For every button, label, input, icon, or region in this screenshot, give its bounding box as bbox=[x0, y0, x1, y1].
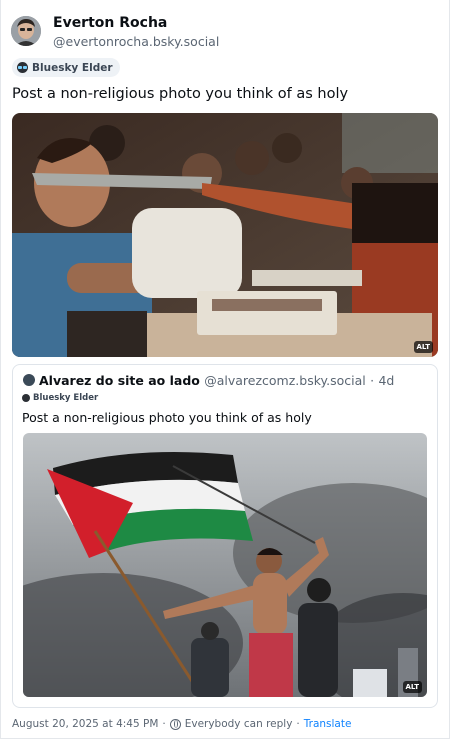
quote-elder-badge[interactable]: Bluesky Elder bbox=[22, 393, 98, 403]
footer-separator: · bbox=[296, 718, 300, 730]
quote-text: Post a non-religious photo you think of … bbox=[22, 410, 312, 425]
author-handle[interactable]: @evertonrocha.bsky.social bbox=[53, 34, 219, 49]
quote-separator: · bbox=[370, 373, 375, 388]
post-date[interactable]: August 20, 2025 at 4:45 PM bbox=[12, 718, 158, 730]
post-image[interactable]: ALT bbox=[12, 113, 438, 357]
quote-avatar[interactable] bbox=[23, 374, 35, 386]
post-text: Post a non-religious photo you think of … bbox=[12, 86, 349, 102]
post-footer: August 20, 2025 at 4:45 PM · Everybody c… bbox=[12, 718, 351, 730]
quote-image[interactable]: ALT bbox=[23, 433, 427, 697]
post-card: Everton Rocha @evertonrocha.bsky.social … bbox=[0, 0, 450, 739]
reply-setting[interactable]: Everybody can reply bbox=[185, 718, 293, 730]
author-avatar[interactable] bbox=[11, 16, 41, 46]
quoted-post[interactable]: Alvarez do site ao lado @alvarezcomz.bsk… bbox=[12, 364, 438, 708]
alt-badge[interactable]: ALT bbox=[413, 341, 433, 353]
translate-link[interactable]: Translate bbox=[304, 718, 352, 730]
sunglasses-emoji-icon bbox=[22, 394, 30, 402]
footer-separator: · bbox=[162, 718, 166, 730]
badge-label: Bluesky Elder bbox=[32, 61, 113, 74]
elder-badge[interactable]: Bluesky Elder bbox=[12, 58, 120, 77]
quote-name: Alvarez do site ao lado bbox=[39, 373, 200, 388]
alt-badge[interactable]: ALT bbox=[402, 681, 422, 693]
author-name[interactable]: Everton Rocha bbox=[53, 15, 167, 31]
quote-author[interactable]: Alvarez do site ao lado @alvarezcomz.bsk… bbox=[39, 373, 394, 388]
quote-handle: @alvarezcomz.bsky.social bbox=[204, 373, 366, 388]
globe-icon bbox=[169, 718, 181, 730]
quote-age: 4d bbox=[378, 373, 395, 388]
quote-badge-label: Bluesky Elder bbox=[33, 393, 99, 403]
sunglasses-emoji-icon bbox=[17, 62, 28, 73]
